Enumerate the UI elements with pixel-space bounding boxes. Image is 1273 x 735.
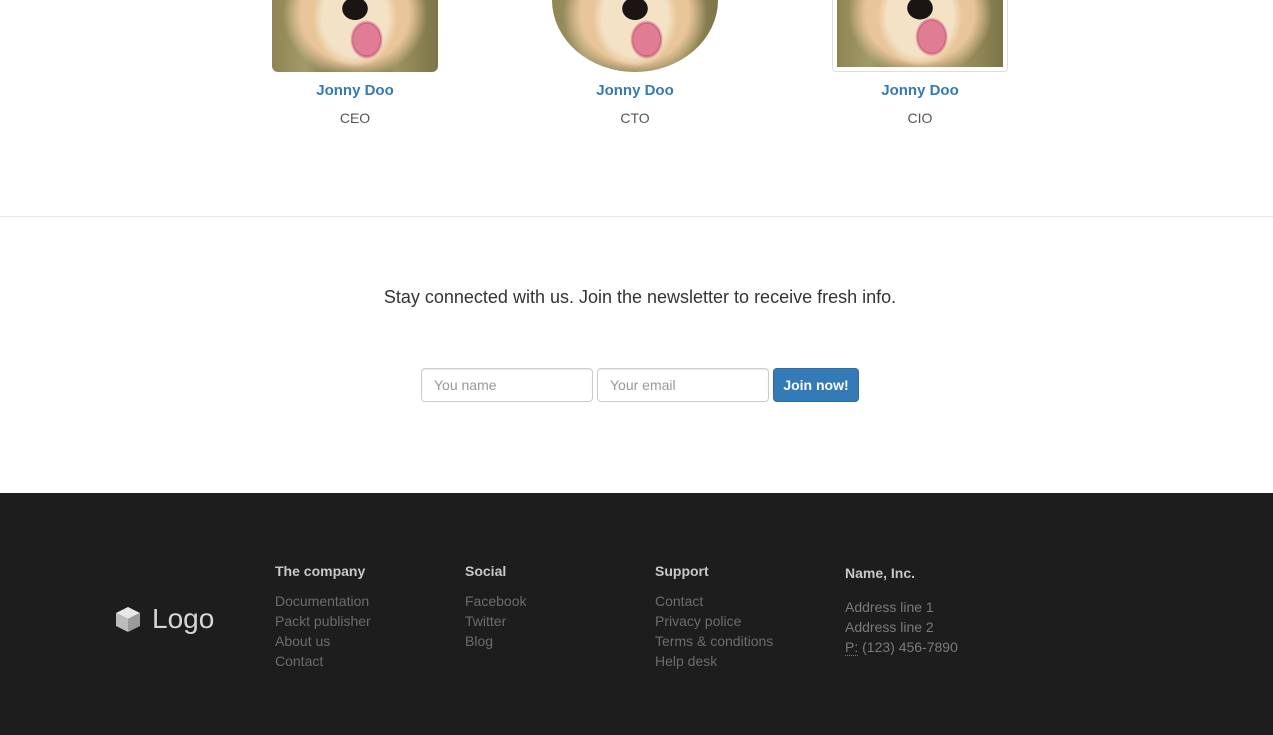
cube-icon [116,607,140,632]
address-line-2: Address line 2 [845,619,934,635]
footer-address: Name, Inc. Address line 1 Address line 2… [845,565,958,657]
footer-link[interactable]: Contact [275,651,371,671]
footer-link[interactable]: Twitter [465,611,526,631]
team-section: Jonny Doo CEO Jonny Doo CTO Jonny Doo CI… [0,0,1273,216]
phone-number: (123) 456-7890 [858,639,958,655]
member-role: CTO [620,110,650,126]
footer-link[interactable]: Facebook [465,591,526,611]
footer-link[interactable]: About us [275,631,371,651]
footer-link[interactable]: Terms & conditions [655,631,773,651]
member-name-link[interactable]: Jonny Doo [535,82,735,99]
newsletter-email-input[interactable] [597,368,769,402]
member-photo [552,0,718,72]
member-role: CEO [339,110,371,126]
footer-link[interactable]: Packt publisher [275,611,371,631]
newsletter-text: Stay connected with us. Join the newslet… [383,287,897,307]
footer-link[interactable]: Documentation [275,591,371,611]
column-heading: Support [655,563,709,579]
column-heading: The company [275,563,366,579]
footer-link[interactable]: Help desk [655,651,773,671]
logo-text: Logo [152,603,215,634]
footer-link[interactable]: Blog [465,631,526,651]
footer-link[interactable]: Contact [655,591,773,611]
team-member-cto: Jonny Doo CTO [535,0,735,126]
footer-column-company: The company Documentation Packt publishe… [275,563,371,671]
member-name-link[interactable]: Jonny Doo [255,82,455,99]
member-role: CIO [907,110,933,126]
section-divider [0,216,1273,217]
phone-line: P: (123) 456-7890 [845,637,958,657]
footer-column-social: Social Facebook Twitter Blog [465,563,526,651]
footer: Logo The company Documentation Packt pub… [0,493,1273,735]
member-photo [272,0,438,72]
footer-logo[interactable]: Logo [114,603,214,635]
footer-column-support: Support Contact Privacy police Terms & c… [655,563,773,671]
join-now-button[interactable]: Join now! [773,368,859,402]
footer-link[interactable]: Privacy police [655,611,773,631]
team-member-ceo: Jonny Doo CEO [255,0,455,126]
member-name-link[interactable]: Jonny Doo [820,82,1020,99]
column-heading: Social [465,563,507,579]
phone-label: P: [845,639,859,656]
newsletter-name-input[interactable] [421,368,593,402]
team-member-cio: Jonny Doo CIO [820,0,1020,126]
address-line-1: Address line 1 [845,599,934,615]
company-name: Name, Inc. [845,565,916,581]
member-photo [832,0,1008,72]
